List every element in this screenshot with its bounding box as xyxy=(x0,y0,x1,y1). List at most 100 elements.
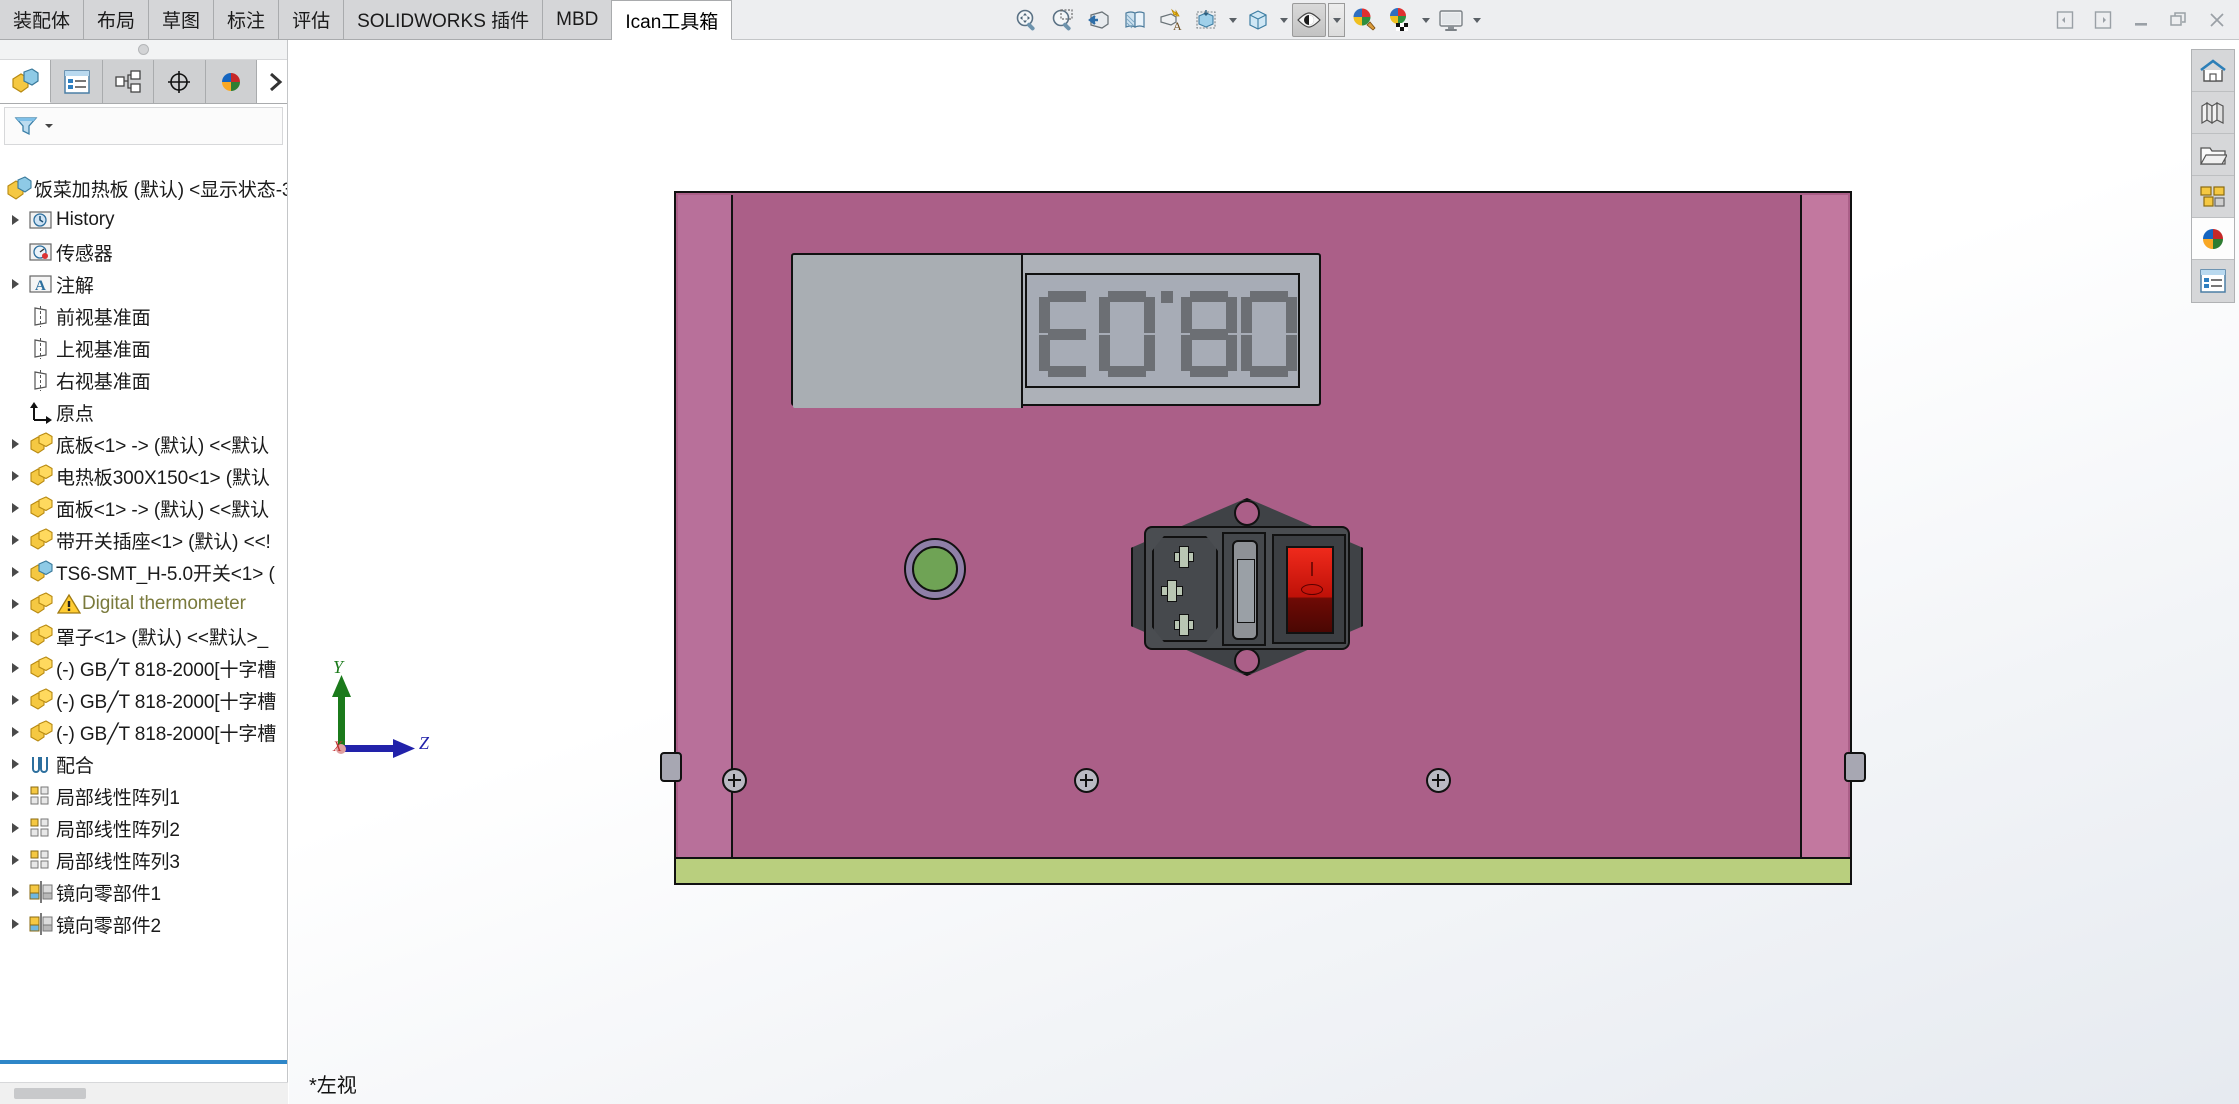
command-tab-5[interactable]: 评估 xyxy=(279,0,344,40)
power-socket-assembly[interactable] xyxy=(1131,498,1363,676)
tree-expand-toggle[interactable] xyxy=(4,663,26,673)
apply-scene-icon[interactable] xyxy=(1383,3,1417,37)
tree-expand-toggle[interactable] xyxy=(4,855,26,865)
display-style-cube-dropdown[interactable] xyxy=(1277,5,1290,35)
command-tab-7[interactable]: MBD xyxy=(543,0,612,40)
command-tab-6[interactable]: SOLIDWORKS 插件 xyxy=(344,0,543,40)
tree-expand-toggle[interactable] xyxy=(4,919,26,929)
display-style-cube-icon[interactable] xyxy=(1241,3,1275,37)
apply-scene-dropdown[interactable] xyxy=(1419,5,1432,35)
tree-item[interactable]: Digital thermometer xyxy=(0,588,287,620)
tree-item[interactable]: 上视基准面 xyxy=(0,332,287,364)
minimize-icon[interactable] xyxy=(2127,5,2155,35)
tree-item[interactable]: (-) GB╱T 818-2000[十字槽 xyxy=(0,684,287,716)
fuse xyxy=(1232,540,1258,640)
tree-item[interactable]: 电热板300X150<1> (默认 xyxy=(0,460,287,492)
command-tab-1[interactable]: 装配体 xyxy=(0,0,84,40)
tree-item[interactable]: 罩子<1> (默认) <<默认>_ xyxy=(0,620,287,652)
tree-expand-toggle[interactable] xyxy=(4,823,26,833)
tree-item[interactable]: 原点 xyxy=(0,396,287,428)
display-style-box-icon[interactable] xyxy=(1190,3,1224,37)
tree-item-label: 右视基准面 xyxy=(56,367,151,394)
tree-expand-toggle[interactable] xyxy=(4,279,26,289)
tree-expand-toggle[interactable] xyxy=(4,599,26,609)
tree-item[interactable]: (-) GB╱T 818-2000[十字槽 xyxy=(0,652,287,684)
tree-item[interactable]: 局部线性阵列3 xyxy=(0,844,287,876)
panel-grip[interactable] xyxy=(0,40,287,60)
close-icon[interactable] xyxy=(2203,5,2231,35)
tree-item[interactable]: History xyxy=(0,204,287,236)
tree-expand-toggle[interactable] xyxy=(4,887,26,897)
display-style-box-dropdown[interactable] xyxy=(1226,5,1239,35)
tree-item[interactable]: (-) GB╱T 818-2000[十字槽 xyxy=(0,716,287,748)
edit-appearance-icon[interactable] xyxy=(1347,3,1381,37)
tree-expand-toggle[interactable] xyxy=(4,503,26,513)
display-manager-tab[interactable] xyxy=(206,60,257,103)
command-tab-4[interactable]: 标注 xyxy=(214,0,279,40)
tree-filter-bar[interactable] xyxy=(4,107,283,145)
configuration-manager-tab[interactable] xyxy=(103,60,154,103)
tree-expand-toggle[interactable] xyxy=(4,791,26,801)
library-books-icon[interactable] xyxy=(2192,92,2234,134)
fuse-holder[interactable] xyxy=(1222,532,1266,646)
rocker-switch[interactable] xyxy=(1286,546,1334,634)
tree-item[interactable]: 右视基准面 xyxy=(0,364,287,396)
tree-expand-toggle[interactable] xyxy=(4,215,26,225)
tree-expand-toggle[interactable] xyxy=(4,567,26,577)
view-orientation-icon[interactable]: A xyxy=(1154,3,1188,37)
tree-expand-toggle[interactable] xyxy=(4,695,26,705)
scrollbar-thumb[interactable] xyxy=(14,1088,86,1099)
tree-item[interactable]: 前视基准面 xyxy=(0,300,287,332)
tree-item[interactable]: 配合 xyxy=(0,748,287,780)
command-tab-8[interactable]: Ican工具箱 xyxy=(612,0,732,40)
folder-icon[interactable] xyxy=(2192,134,2234,176)
green-indicator[interactable] xyxy=(904,538,966,600)
tree-item[interactable]: 镜向零部件1 xyxy=(0,876,287,908)
view-settings-icon[interactable] xyxy=(1434,3,1468,37)
screw-right[interactable] xyxy=(1426,768,1451,793)
zoom-to-area-icon[interactable] xyxy=(1046,3,1080,37)
tree-expand-toggle[interactable] xyxy=(4,631,26,641)
tree-item[interactable]: 传感器 xyxy=(0,236,287,268)
tree-item[interactable]: A注解 xyxy=(0,268,287,300)
dimxpert-manager-tab[interactable] xyxy=(154,60,205,103)
tree-horizontal-scrollbar[interactable] xyxy=(0,1082,288,1104)
home-icon[interactable] xyxy=(2192,50,2234,92)
appearance-sphere-icon[interactable] xyxy=(2192,218,2234,260)
hide-show-items-dropdown[interactable] xyxy=(1328,3,1345,37)
view-palette-icon[interactable] xyxy=(2192,176,2234,218)
section-view-icon[interactable] xyxy=(1118,3,1152,37)
tree-item[interactable]: 带开关插座<1> (默认) <<! xyxy=(0,524,287,556)
command-tab-2[interactable]: 布局 xyxy=(84,0,149,40)
tree-item[interactable]: 面板<1> -> (默认) <<默认 xyxy=(0,492,287,524)
tree-expand-toggle[interactable] xyxy=(4,535,26,545)
tree-expand-toggle[interactable] xyxy=(4,759,26,769)
tree-item[interactable]: 镜向零部件2 xyxy=(0,908,287,940)
property-manager-tab[interactable] xyxy=(51,60,102,103)
restore-icon[interactable] xyxy=(2165,5,2193,35)
tree-expand-toggle[interactable] xyxy=(4,727,26,737)
screw-left[interactable] xyxy=(722,768,747,793)
feature-tree-tab[interactable] xyxy=(0,60,51,103)
tree-item[interactable]: 底板<1> -> (默认) <<默认 xyxy=(0,428,287,460)
hide-show-items-icon[interactable] xyxy=(1292,3,1326,37)
digital-thermometer[interactable] xyxy=(791,253,1321,406)
view-settings-dropdown[interactable] xyxy=(1470,5,1483,35)
tree-item[interactable]: 局部线性阵列1 xyxy=(0,780,287,812)
feature-tree[interactable]: 饭菜加热板 (默认) <显示状态-3 History传感器A注解前视基准面上视基… xyxy=(0,168,287,1064)
tree-expand-toggle[interactable] xyxy=(4,471,26,481)
tree-item[interactable]: 局部线性阵列2 xyxy=(0,812,287,844)
tree-expand-toggle[interactable] xyxy=(4,439,26,449)
left-panel-icon[interactable] xyxy=(2051,5,2079,35)
feature-manager-expand-button[interactable] xyxy=(257,60,287,103)
screw-center[interactable] xyxy=(1074,768,1099,793)
graphics-area[interactable]: Y Z X *左视 xyxy=(289,41,2239,1104)
command-tab-3[interactable]: 草图 xyxy=(149,0,214,40)
tree-root-item[interactable]: 饭菜加热板 (默认) <显示状态-3 xyxy=(0,172,287,204)
custom-properties-icon[interactable] xyxy=(2192,260,2234,302)
zoom-to-fit-icon[interactable] xyxy=(1010,3,1044,37)
previous-view-icon[interactable] xyxy=(1082,3,1116,37)
tree-item[interactable]: TS6-SMT_H-5.0开关<1> ( xyxy=(0,556,287,588)
right-panel-icon[interactable] xyxy=(2089,5,2117,35)
filter-dropdown-icon[interactable] xyxy=(43,120,55,132)
